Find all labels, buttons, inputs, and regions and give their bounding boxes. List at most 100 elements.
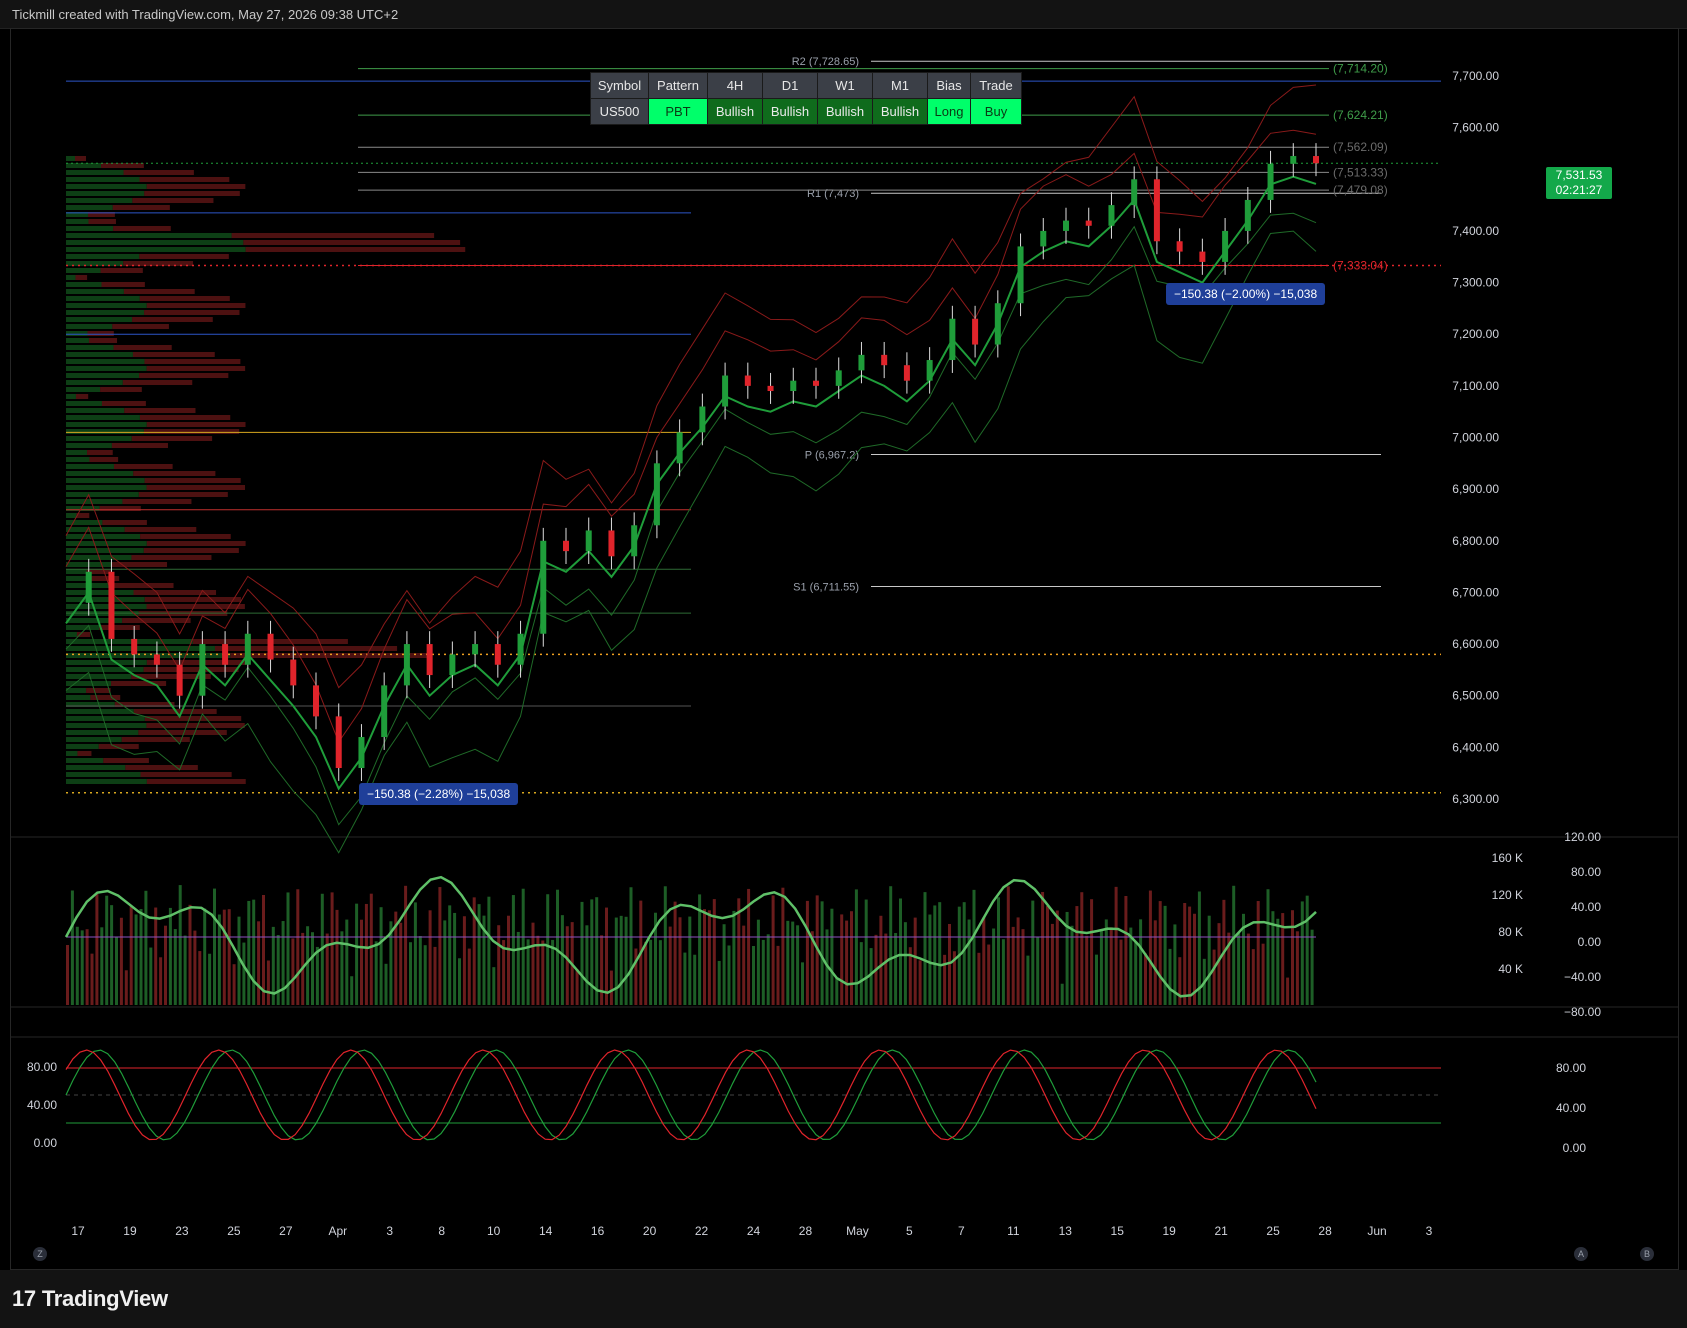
candle-body	[1017, 246, 1024, 304]
candle-body	[131, 638, 138, 655]
bias-header-cell: Trade	[970, 72, 1022, 99]
volume-profile-bar	[100, 268, 143, 273]
volume-bar	[752, 945, 755, 1005]
volume-bar	[840, 914, 844, 1005]
volume-profile-bar	[66, 765, 126, 770]
volume-bar	[296, 889, 300, 1005]
volume-bar	[1134, 942, 1138, 1005]
volume-bar	[487, 896, 491, 1005]
candle-body	[472, 644, 479, 655]
candle-body	[199, 644, 206, 696]
volume-profile-bar	[146, 779, 246, 784]
volume-bar	[1232, 885, 1236, 1005]
volume-bar	[222, 909, 226, 1005]
volume-profile-bar	[144, 478, 241, 483]
x-axis-label: 19	[1163, 1224, 1177, 1238]
volume-bar	[379, 907, 383, 1005]
volume-profile-bar	[139, 177, 230, 182]
tradingview-logo[interactable]: 17 TradingView	[12, 1286, 168, 1312]
axis-z-button[interactable]: Z	[33, 1247, 47, 1261]
volume-bar	[801, 962, 804, 1005]
bias-value-cell: Long	[927, 98, 971, 125]
volume-profile-bar	[139, 415, 231, 420]
volume-bar	[360, 919, 363, 1005]
volume-bar	[1261, 943, 1265, 1005]
volume-bar	[409, 942, 412, 1005]
volume-profile-bar	[140, 772, 232, 777]
y-axis-label: 6,800.00	[1452, 534, 1499, 548]
axis-b-button[interactable]: B	[1640, 1247, 1654, 1261]
volume-profile-bar	[144, 597, 241, 602]
volume-bar	[1291, 910, 1294, 1005]
candle-body	[1267, 163, 1274, 200]
y-axis-label: 7,100.00	[1452, 379, 1499, 393]
volume-bar	[1168, 948, 1172, 1005]
chart-canvas[interactable]: 6,300.00 6,400.00 6,500.00 6,600.00 6,700.00…	[11, 29, 1678, 1269]
volume-bar	[217, 914, 221, 1005]
volume-bar	[1310, 929, 1314, 1005]
volume-bar	[1070, 925, 1074, 1005]
volume-bar	[923, 892, 927, 1005]
oscillator-axis-label: 80.00	[1571, 865, 1601, 879]
volume-bar	[286, 892, 290, 1005]
candle-body	[381, 685, 388, 738]
volume-bar	[1114, 886, 1118, 1005]
x-axis-label: 19	[123, 1224, 137, 1238]
volume-bar	[213, 888, 216, 1005]
oscillator-axis-label: 0.00	[1578, 935, 1602, 949]
last-price-badge: 7,531.53 02:21:27	[1546, 167, 1612, 199]
x-axis-label: 16	[591, 1224, 605, 1238]
candle-body	[790, 380, 797, 392]
volume-profile-bar	[66, 366, 147, 371]
volume-bar	[129, 906, 133, 1005]
volume-profile-bar	[66, 415, 140, 420]
volume-bar	[203, 908, 207, 1005]
volume-bar	[756, 919, 760, 1005]
volume-bar	[575, 969, 579, 1005]
candle-body	[335, 716, 342, 769]
volume-profile-bar	[66, 779, 147, 784]
volume-bar	[183, 935, 187, 1005]
volume-bar	[443, 920, 447, 1005]
volume-bar	[1158, 901, 1162, 1005]
volume-bar	[903, 922, 907, 1005]
volume-bar	[693, 954, 697, 1005]
volume-bar	[737, 898, 741, 1005]
volume-bar	[668, 926, 672, 1005]
volume-bar	[742, 925, 746, 1005]
volume-profile-bar	[66, 317, 133, 322]
bias-header-cell: M1	[872, 72, 928, 99]
volume-profile-bar	[66, 275, 76, 280]
volume-bar	[541, 940, 545, 1005]
x-axis-label: 17	[71, 1224, 85, 1238]
volume-bar	[683, 952, 687, 1005]
volume-profile-bar	[243, 240, 461, 245]
volume-bar	[492, 967, 496, 1005]
candle-body	[699, 406, 706, 433]
volume-bar	[413, 902, 417, 1005]
candle-body	[426, 644, 433, 676]
volume-profile-bar	[66, 499, 123, 504]
y-axis-label: 6,900.00	[1452, 482, 1499, 496]
volume-profile-bar	[66, 422, 147, 427]
volume-profile-bar	[66, 380, 123, 385]
volume-bar	[1011, 926, 1015, 1005]
candle-body	[881, 354, 888, 366]
volume-profile-bar	[103, 758, 149, 763]
axis-a-button[interactable]: A	[1574, 1247, 1588, 1261]
y-axis-label: 7,000.00	[1452, 431, 1499, 445]
candle-body	[517, 633, 524, 665]
volume-bar	[781, 887, 785, 1005]
volume-bar	[345, 919, 349, 1005]
volume-bar	[830, 908, 834, 1005]
volume-bar	[1276, 918, 1280, 1005]
volume-profile-bar	[66, 646, 215, 651]
x-axis-label: 20	[643, 1224, 657, 1238]
volume-profile-bar	[101, 401, 146, 406]
chart-frame[interactable]: 6,300.00 6,400.00 6,500.00 6,600.00 6,700.00…	[10, 28, 1679, 1270]
x-axis-label: 28	[1318, 1224, 1332, 1238]
volume-bar	[168, 907, 172, 1005]
volume-profile-bar	[88, 219, 116, 224]
volume-bar	[1021, 929, 1025, 1005]
volume-bar	[992, 928, 996, 1005]
